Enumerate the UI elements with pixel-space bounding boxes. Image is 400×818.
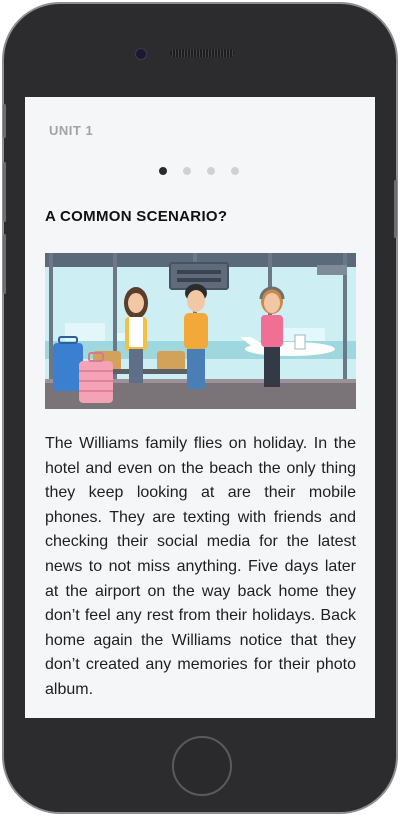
page-dot-1[interactable] xyxy=(159,167,167,175)
home-button[interactable] xyxy=(172,736,232,796)
page-dot-4[interactable] xyxy=(231,167,239,175)
mute-switch xyxy=(3,104,6,138)
volume-down-button xyxy=(3,234,6,294)
earpiece-speaker xyxy=(170,49,234,57)
page-title: A COMMON SCENARIO? xyxy=(45,208,228,225)
front-camera xyxy=(135,48,147,60)
pagination-dots xyxy=(159,167,239,175)
screen: UNIT 1 A COMMON SCENARIO? The Williams f… xyxy=(25,97,375,718)
volume-up-button xyxy=(3,162,6,222)
airport-family-illustration xyxy=(45,253,356,409)
page-dot-2[interactable] xyxy=(183,167,191,175)
story-paragraph: The Williams family flies on holiday. In… xyxy=(45,435,356,698)
power-button xyxy=(394,180,397,238)
unit-label: UNIT 1 xyxy=(49,123,94,138)
page-dot-3[interactable] xyxy=(207,167,215,175)
